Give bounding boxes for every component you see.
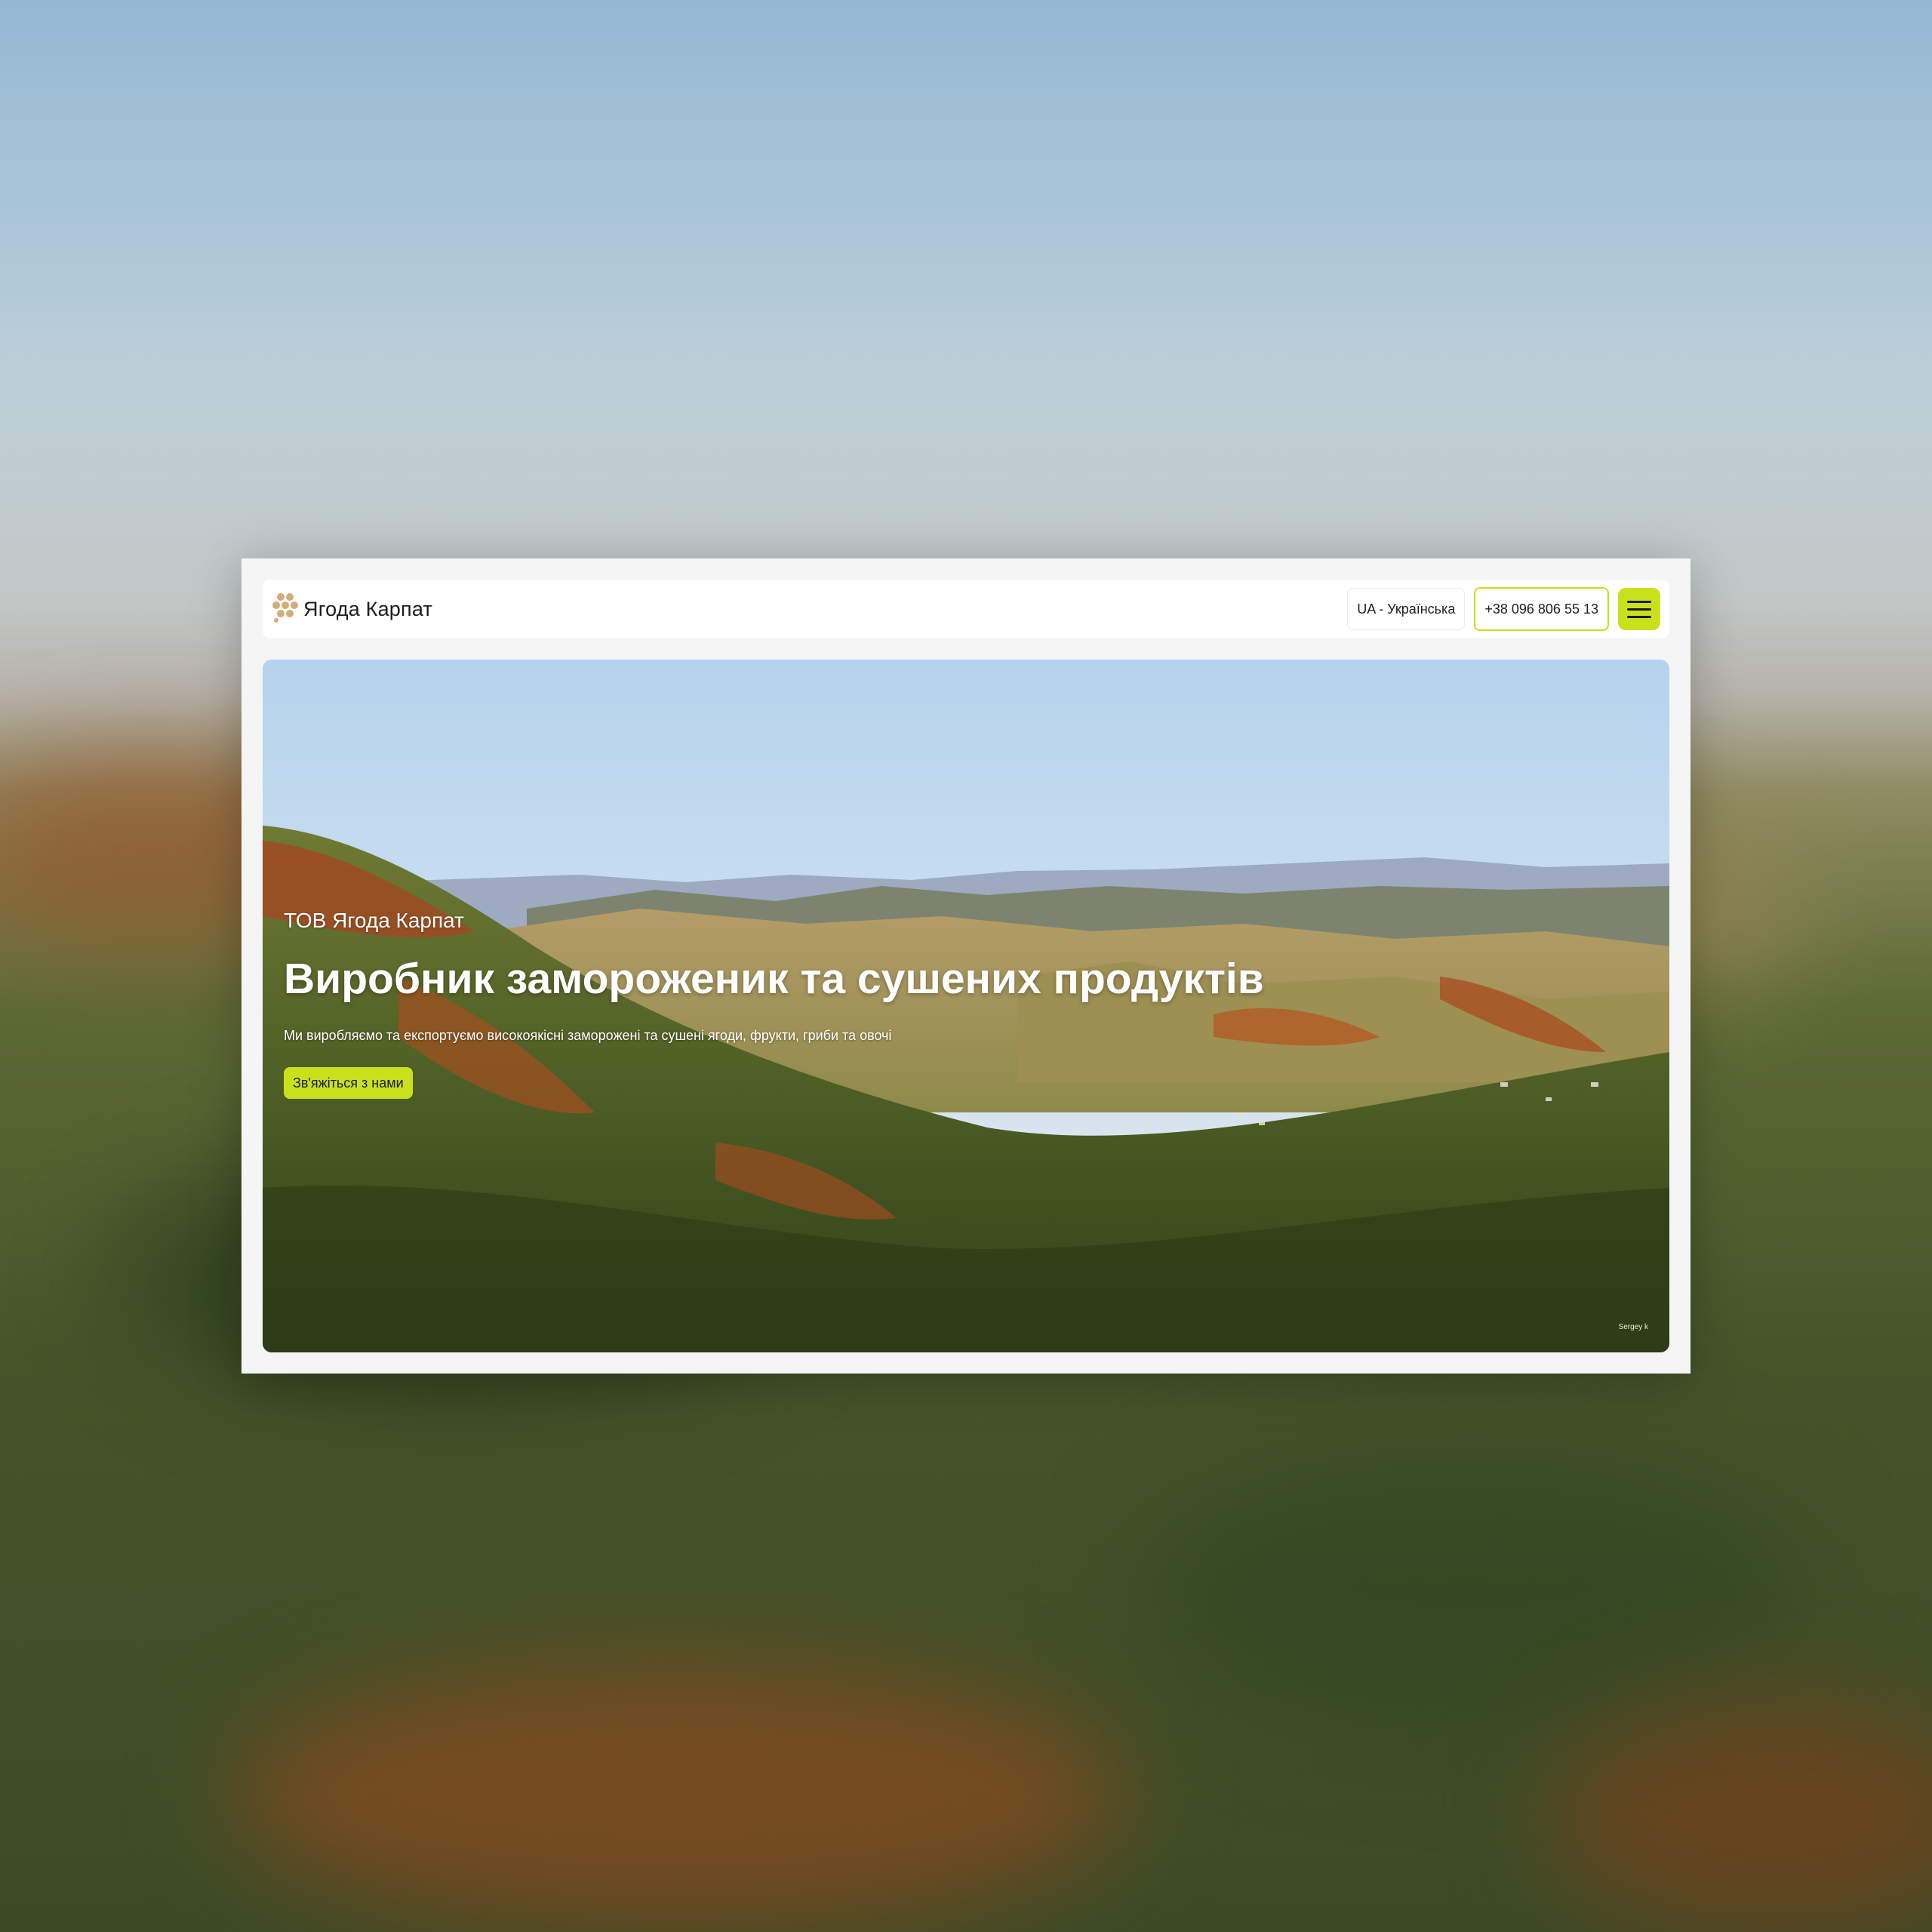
site-logo[interactable]: Ягода Карпат [272, 592, 432, 626]
site-header: Ягода Карпат UA - Українська +38 096 806… [263, 580, 1669, 638]
logo-text: Ягода Карпат [303, 597, 433, 620]
language-selector[interactable]: UA - Українська [1347, 588, 1466, 630]
hero-title: Виробник замороженик та сушених продукті… [284, 955, 1264, 1003]
header-actions: UA - Українська +38 096 806 55 13 [1347, 587, 1660, 631]
photo-credit: Sergey k [1618, 1323, 1648, 1331]
berry-cluster-icon [272, 592, 299, 626]
hero-eyebrow: ТОВ Ягода Карпат [284, 909, 464, 932]
hero-subtitle: Ми виробляємо та експортуємо високоякісн… [284, 1028, 892, 1043]
menu-button[interactable] [1618, 588, 1660, 630]
hamburger-menu-icon [1627, 600, 1651, 603]
phone-button[interactable]: +38 096 806 55 13 [1474, 587, 1609, 631]
hero-landscape-image [263, 660, 1669, 1352]
website-preview-card: Ягода Карпат UA - Українська +38 096 806… [242, 558, 1690, 1374]
hero-section: ТОВ Ягода Карпат Виробник замороженик та… [263, 660, 1669, 1352]
contact-us-button[interactable]: Зв'яжіться з нами [284, 1067, 413, 1099]
